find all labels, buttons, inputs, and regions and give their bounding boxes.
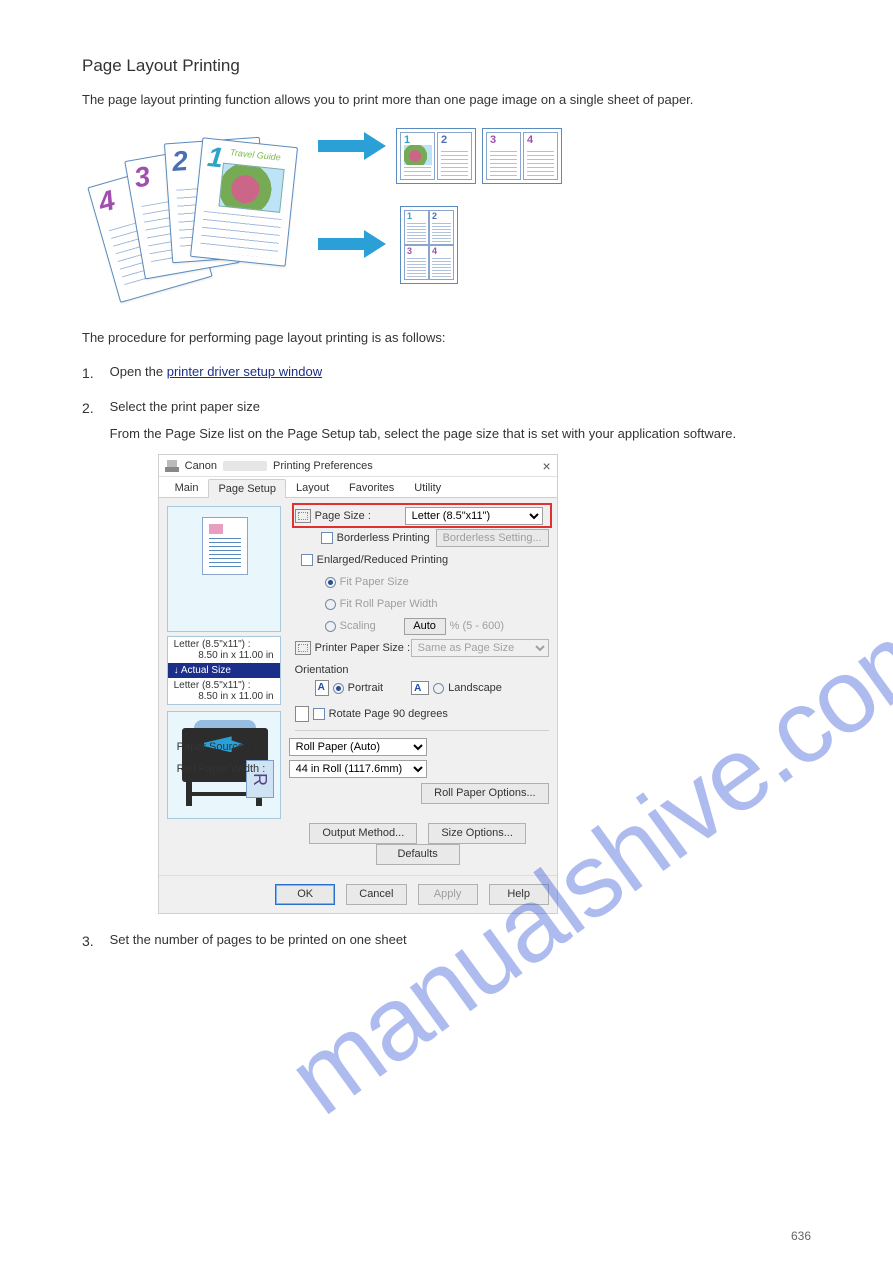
- printer-paper-label: Printer Paper Size :: [315, 642, 411, 654]
- step-number: 2.: [82, 399, 106, 416]
- fit-roll-radio: [325, 599, 336, 610]
- scaling-hint: % (5 - 600): [450, 620, 504, 632]
- cancel-button[interactable]: Cancel: [346, 884, 406, 905]
- steps-intro: The procedure for performing page layout…: [82, 328, 811, 348]
- roll-width-label: Roll Paper Width :: [177, 763, 289, 775]
- defaults-button[interactable]: Defaults: [376, 844, 460, 865]
- step-heading: Set the number of pages to be printed on…: [110, 932, 407, 947]
- dialog-title-prefix: Canon: [185, 455, 217, 477]
- rotate90-checkbox[interactable]: [313, 708, 325, 720]
- borderless-checkbox[interactable]: [321, 532, 333, 544]
- printer-driver-window-link[interactable]: printer driver setup window: [167, 364, 322, 379]
- enlarged-checkbox[interactable]: [301, 554, 313, 566]
- landscape-label: Landscape: [448, 682, 502, 694]
- tab-layout[interactable]: Layout: [286, 478, 339, 497]
- dialog-title-obscured: [223, 461, 267, 471]
- rotate-icon: [295, 706, 309, 722]
- dialog-tabs: Main Page Setup Layout Favorites Utility: [159, 477, 557, 498]
- fit-paper-radio: [325, 577, 336, 588]
- fit-paper-label: Fit Paper Size: [340, 576, 409, 588]
- landscape-radio[interactable]: [433, 683, 444, 694]
- scaling-input: [404, 618, 446, 635]
- paper-source-select[interactable]: Roll Paper (Auto): [289, 738, 427, 756]
- page-size-label: Page Size :: [315, 510, 405, 522]
- portrait-icon: A: [315, 680, 329, 696]
- close-icon[interactable]: ×: [542, 455, 550, 477]
- portrait-label: Portrait: [348, 682, 383, 694]
- preview-size-label: Letter (8.5"x11") :: [174, 639, 251, 650]
- printer-paper-select: Same as Page Size: [411, 639, 549, 657]
- landscape-icon: A: [411, 681, 429, 695]
- rotate90-label: Rotate Page 90 degrees: [329, 708, 448, 720]
- intro-text: The page layout printing function allows…: [82, 90, 811, 110]
- scaling-radio: [325, 621, 336, 632]
- dialog-title-suffix: Printing Preferences: [273, 455, 373, 477]
- arrow-right-icon: [318, 232, 388, 256]
- illustration: 4 3 2 1Travel Guide 1 2 3 4 1 2 3 4: [90, 128, 811, 318]
- ok-button[interactable]: OK: [275, 884, 335, 905]
- borderless-setting-button: Borderless Setting...: [436, 529, 549, 547]
- preview-size-label-2: Letter (8.5"x11") :: [174, 680, 251, 691]
- step-text: Open the: [110, 364, 167, 379]
- paper-source-label: Paper Source :: [177, 741, 289, 753]
- printer-paper-icon: [295, 641, 311, 655]
- borderless-label: Borderless Printing: [337, 532, 430, 544]
- step-heading: Select the print paper size: [110, 399, 260, 414]
- page-preview: [167, 506, 281, 632]
- output-method-button[interactable]: Output Method...: [309, 823, 417, 844]
- printer-icon: [165, 460, 179, 472]
- portrait-radio[interactable]: [333, 683, 344, 694]
- roll-width-select[interactable]: 44 in Roll (1117.6mm): [289, 760, 427, 778]
- help-button[interactable]: Help: [489, 884, 549, 905]
- orientation-label: Orientation: [295, 664, 549, 676]
- preview-actual-size: Actual Size: [168, 663, 280, 678]
- tab-favorites[interactable]: Favorites: [339, 478, 404, 497]
- roll-paper-options-button[interactable]: Roll Paper Options...: [421, 783, 549, 804]
- dialog-titlebar: Canon Printing Preferences ×: [159, 455, 557, 477]
- fit-roll-label: Fit Roll Paper Width: [340, 598, 438, 610]
- printing-preferences-dialog: Canon Printing Preferences × Main Page S…: [158, 454, 558, 914]
- enlarged-label: Enlarged/Reduced Printing: [317, 554, 448, 566]
- apply-button: Apply: [418, 884, 478, 905]
- page-size-select[interactable]: Letter (8.5"x11"): [405, 507, 543, 525]
- preview-info: Letter (8.5"x11") : 8.50 in x 11.00 in A…: [167, 636, 281, 705]
- step-number: 3.: [82, 932, 106, 949]
- preview-size-dim-2: 8.50 in x 11.00 in: [198, 691, 273, 702]
- page-title: Page Layout Printing: [82, 56, 811, 76]
- preview-size-dim: 8.50 in x 11.00 in: [198, 650, 273, 661]
- arrow-right-icon: [318, 134, 388, 158]
- page-size-icon: [295, 509, 311, 523]
- tab-page-setup[interactable]: Page Setup: [208, 479, 286, 498]
- step-number: 1.: [82, 364, 106, 381]
- scaling-label: Scaling: [340, 620, 404, 632]
- step-detail: From the Page Size list on the Page Setu…: [110, 424, 809, 444]
- tab-utility[interactable]: Utility: [404, 478, 451, 497]
- page-number: 636: [791, 1229, 811, 1243]
- size-options-button[interactable]: Size Options...: [428, 823, 526, 844]
- tab-main[interactable]: Main: [165, 478, 209, 497]
